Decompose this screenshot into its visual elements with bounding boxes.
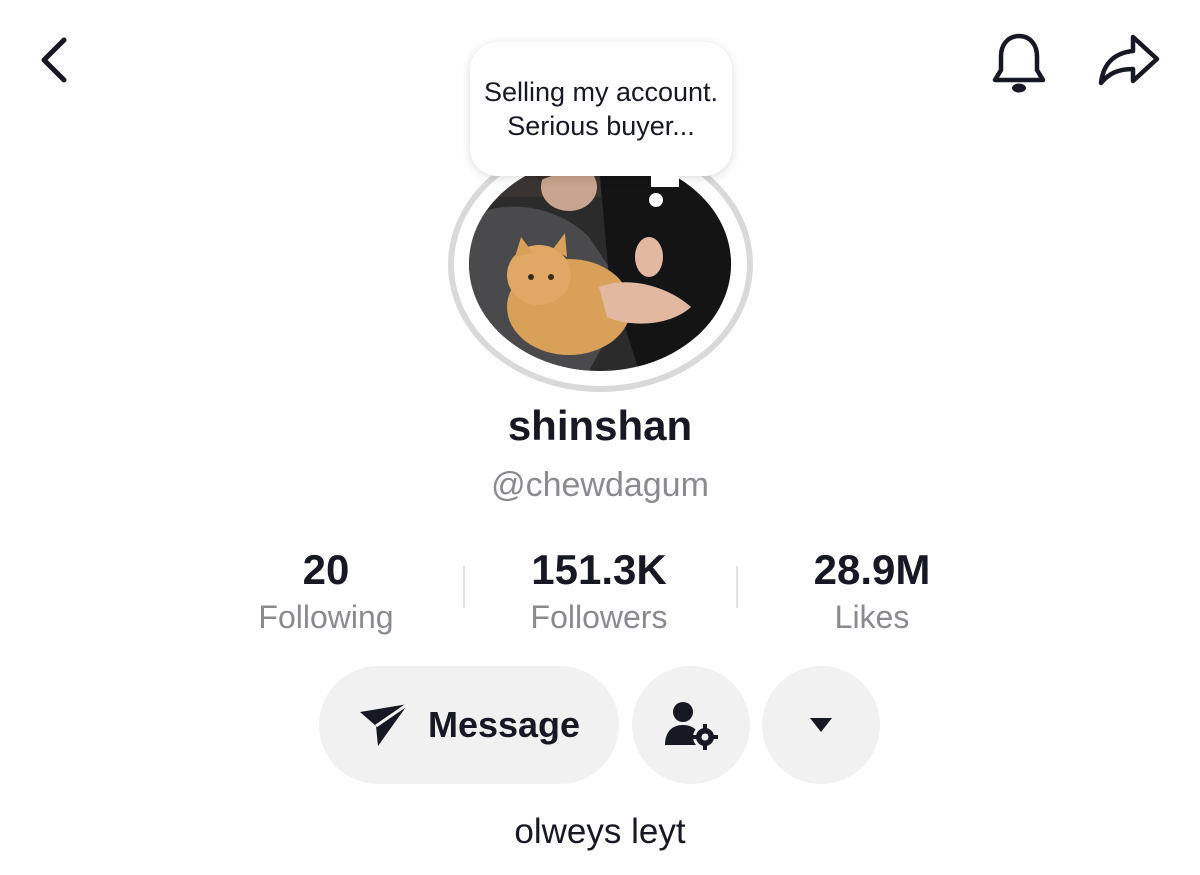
share-arrow-icon (1098, 34, 1160, 86)
paper-plane-icon (359, 702, 409, 746)
back-button[interactable] (22, 28, 86, 92)
message-button-label: Message (427, 704, 581, 745)
display-name: shinshan (507, 402, 693, 449)
stat-likes-label: Likes (834, 599, 910, 635)
notification-button[interactable] (982, 28, 1056, 98)
user-gear-icon (665, 702, 718, 750)
avatar-photo (469, 157, 731, 371)
more-options-button[interactable] (762, 666, 880, 784)
message-button[interactable]: Message (319, 666, 619, 784)
caret-down-icon (810, 718, 832, 732)
stat-following-label: Following (258, 599, 394, 635)
profile-bio: olweys leyt (514, 812, 686, 851)
stat-likes-value: 28.9M (813, 546, 931, 593)
stat-followers[interactable]: 151.3K Followers (469, 544, 729, 638)
stat-following[interactable]: 20 Following (196, 544, 456, 638)
username-handle: @chewdagum (491, 466, 709, 504)
note-bubble-tail (651, 175, 679, 187)
chevron-left-icon (41, 37, 67, 83)
stat-followers-value: 151.3K (531, 546, 667, 593)
stat-divider (736, 566, 738, 608)
note-bubble-dot (649, 193, 663, 207)
bell-icon (992, 33, 1046, 93)
user-settings-button[interactable] (632, 666, 750, 784)
share-button[interactable] (1088, 28, 1168, 92)
profile-note-bubble[interactable]: Selling my account. Serious buyer... (470, 42, 732, 176)
stat-following-value: 20 (302, 546, 350, 593)
stat-likes[interactable]: 28.9M Likes (742, 544, 1002, 638)
stat-divider (463, 566, 465, 608)
stat-followers-label: Followers (530, 599, 668, 635)
profile-note-text: Selling my account. Serious buyer... (483, 77, 719, 141)
